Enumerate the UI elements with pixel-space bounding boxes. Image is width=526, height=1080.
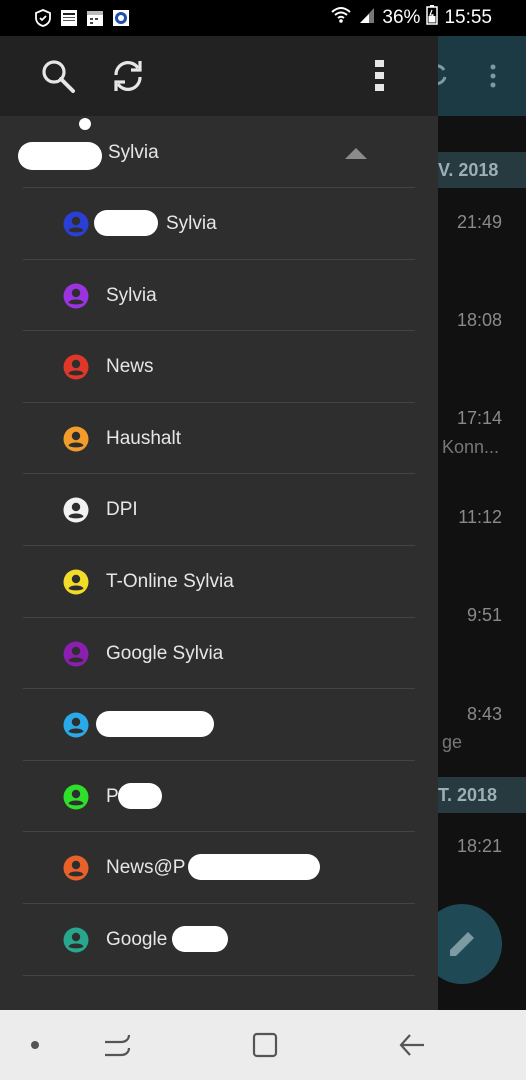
- home-icon: [252, 1032, 278, 1058]
- recents-button[interactable]: [99, 1030, 135, 1060]
- folder-label: Sylvia: [106, 284, 157, 306]
- shield-icon: [34, 9, 52, 27]
- search-icon: [42, 60, 75, 93]
- folder-label: News@P: [106, 857, 186, 879]
- nav-dot-button[interactable]: [17, 1030, 53, 1060]
- mail-time[interactable]: 9:51: [467, 605, 502, 626]
- redaction-mark: [18, 142, 102, 170]
- calendar-icon: [86, 9, 104, 27]
- redaction-mark: [172, 926, 228, 952]
- account-avatar-icon: [63, 784, 89, 810]
- folder-label: DPI: [106, 499, 138, 521]
- collapse-arrow-icon[interactable]: [345, 148, 367, 159]
- recents-icon: [105, 1034, 131, 1057]
- search-button[interactable]: [38, 56, 78, 96]
- divider: [23, 974, 415, 976]
- folder-label: News: [106, 356, 154, 378]
- folder-item[interactable]: Google: [0, 904, 438, 975]
- battery-icon: [426, 5, 439, 31]
- account-avatar-icon: [63, 283, 89, 309]
- folder-item[interactable]: DPI: [0, 474, 438, 545]
- back-icon: [399, 1034, 424, 1056]
- folder-item[interactable]: Haushalt: [0, 403, 438, 474]
- folder-label: T-Online Sylvia: [106, 571, 234, 592]
- news-app-icon: [60, 9, 78, 27]
- folder-item[interactable]: P: [0, 689, 438, 760]
- folder-item[interactable]: P: [0, 761, 438, 832]
- folder-item[interactable]: News@P: [0, 832, 438, 903]
- mail-snippet: ge: [442, 732, 463, 752]
- home-button[interactable]: [247, 1030, 283, 1060]
- folder-item[interactable]: Sylvia: [0, 188, 438, 259]
- redaction-mark: [188, 854, 320, 881]
- more-options-button[interactable]: [360, 56, 400, 96]
- account-avatar-icon: [63, 211, 89, 237]
- folder-item[interactable]: News: [0, 331, 438, 402]
- clock: 15:55: [444, 7, 492, 28]
- navigation-drawer: Sylvia Sylvia Sylvia News Haushalt DPI T-Onli…: [0, 36, 438, 1010]
- mail-snippet: Konn...: [442, 437, 500, 457]
- folder-item[interactable]: Sylvia: [0, 260, 438, 331]
- account-avatar-icon: [63, 712, 89, 738]
- app-logo-icon: [112, 9, 130, 27]
- sync-button[interactable]: [108, 56, 148, 96]
- background-more-icon: [486, 62, 500, 97]
- back-button[interactable]: [394, 1030, 430, 1060]
- account-avatar-icon: [63, 641, 89, 667]
- mail-time[interactable]: 17:14: [457, 408, 502, 429]
- folder-label: Google: [106, 929, 168, 950]
- account-avatar-icon: [63, 497, 89, 523]
- mail-time[interactable]: 21:49: [457, 212, 502, 233]
- mail-time[interactable]: 18:21: [457, 836, 502, 857]
- folder-label: Google Sylvia: [106, 642, 224, 664]
- redaction-mark: [94, 210, 158, 236]
- dot-icon: [31, 1041, 39, 1049]
- mail-time[interactable]: 18:08: [457, 310, 502, 331]
- account-name: Sylvia: [108, 142, 159, 163]
- more-vert-icon: [375, 60, 384, 91]
- account-avatar-icon: [63, 855, 89, 881]
- mail-time[interactable]: 8:43: [467, 704, 502, 725]
- status-bar: 36% 15:55: [0, 0, 526, 36]
- sync-icon: [114, 61, 142, 91]
- signal-icon: [358, 6, 376, 30]
- account-avatar-icon: [63, 927, 89, 953]
- folder-item[interactable]: Google Sylvia: [0, 618, 438, 689]
- account-switcher[interactable]: Sylvia: [0, 120, 438, 188]
- redaction-mark: [96, 711, 214, 738]
- account-avatar-icon: [63, 354, 89, 380]
- drawer-toolbar: [0, 36, 438, 116]
- folder-label: P: [106, 785, 119, 807]
- redaction-mark: [118, 782, 162, 809]
- folder-label: Haushalt: [106, 427, 181, 449]
- system-nav-bar: [0, 1010, 526, 1080]
- battery-level: 36%: [382, 7, 421, 28]
- account-avatar-icon: [63, 426, 89, 452]
- mail-time[interactable]: 11:12: [458, 507, 502, 528]
- folder-item[interactable]: T-Online Sylvia: [0, 546, 438, 617]
- account-avatar-icon: [63, 569, 89, 595]
- folder-label: Sylvia: [166, 213, 217, 234]
- wifi-icon: [330, 6, 352, 30]
